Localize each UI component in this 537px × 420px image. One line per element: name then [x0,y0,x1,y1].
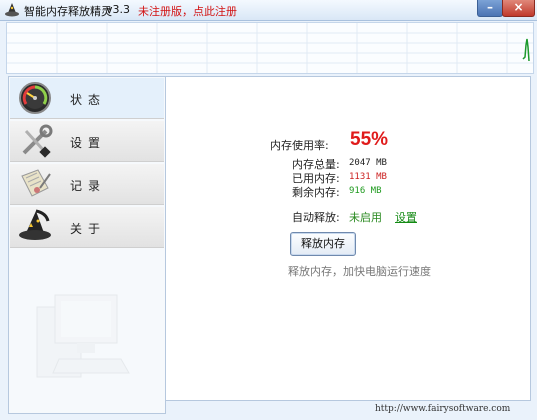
register-link[interactable]: 未注册版，点此注册 [138,3,237,19]
memory-free-label: 剩余内存: [292,186,340,199]
title-bar[interactable]: 智能内存释放精灵 v3.3 未注册版，点此注册 – × [0,0,537,21]
auto-release-label: 自动释放: [292,211,340,224]
memory-usage-label: 内存使用率: [270,139,329,152]
sidebar-item-log[interactable]: 记录 [10,164,164,205]
notebook-icon [16,166,54,202]
app-logo-icon [4,2,20,18]
app-version: v3.3 [106,3,131,16]
sidebar-item-settings[interactable]: 设置 [10,121,164,162]
sidebar-item-label: 设置 [70,136,107,150]
sidebar-item-label: 状态 [70,93,107,107]
sidebar: 状态 设置 记录 关于 [8,76,166,414]
memory-total-value: 2047 MB [349,158,387,168]
sidebar-item-about[interactable]: 关于 [10,207,164,248]
release-hint: 释放内存，加快电脑运行速度 [288,265,431,278]
close-button[interactable]: × [502,0,535,17]
sidebar-item-status[interactable]: 状态 [10,78,164,119]
memory-free-value: 916 MB [349,186,382,196]
sidebar-item-label: 关于 [70,222,107,236]
website-link[interactable]: http://www.fairysoftware.com [375,404,510,414]
memory-used-value: 1131 MB [349,172,387,182]
sidebar-item-label: 记录 [70,179,107,193]
computer-watermark-icon [25,287,135,397]
status-panel: 内存使用率: 55% 内存总量: 2047 MB 已用内存: 1131 MB 剩… [165,76,531,401]
auto-release-settings-link[interactable]: 设置 [395,209,417,225]
memory-usage-graph [6,22,534,74]
minimize-button[interactable]: – [477,0,503,17]
auto-release-status: 未启用 [349,211,382,224]
wizard-hat-icon [16,209,54,245]
tools-icon [16,123,54,159]
release-memory-button[interactable]: 释放内存 [290,232,356,256]
memory-usage-value: 55% [350,129,389,150]
speedometer-icon [16,80,54,116]
app-title: 智能内存释放精灵 [24,5,112,18]
